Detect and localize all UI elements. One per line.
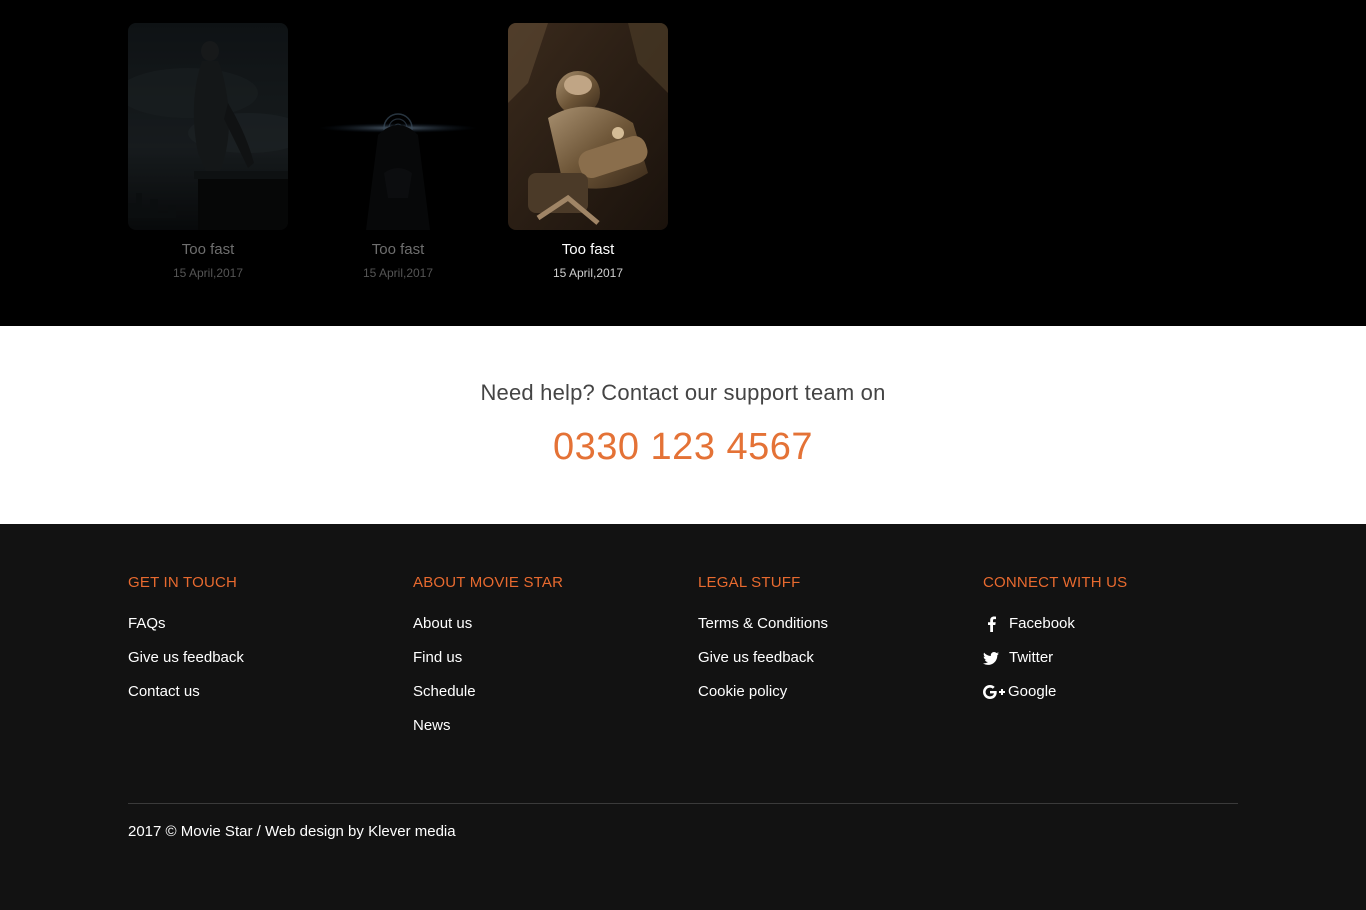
movie-card[interactable]: Too fast 15 April,2017 <box>508 23 668 280</box>
footer-link-list: FAQs Give us feedback Contact us <box>128 615 398 717</box>
movie-card[interactable]: Too fast 15 April,2017 <box>318 23 478 280</box>
movies-section: Too fast 15 April,2017 Too fast 15 April… <box>0 0 1366 326</box>
movie-poster[interactable] <box>128 23 288 230</box>
footer-link-item: Schedule <box>413 683 683 717</box>
footer-column-legal: LEGAL STUFF Terms & Conditions Give us f… <box>698 574 968 717</box>
facebook-link[interactable]: Facebook <box>983 615 1075 633</box>
footer-heading: LEGAL STUFF <box>698 574 801 591</box>
footer-link-item: Give us feedback <box>128 649 398 683</box>
movie-poster[interactable] <box>318 23 478 230</box>
cookie-policy-link[interactable]: Cookie policy <box>698 683 787 701</box>
footer-link-item: FAQs <box>128 615 398 649</box>
footer-link-item: News <box>413 717 683 751</box>
footer-link-item: Terms & Conditions <box>698 615 968 649</box>
news-link[interactable]: News <box>413 717 451 735</box>
footer-link-list: Facebook Twitter Google <box>983 615 1253 717</box>
movie-title[interactable]: Too fast <box>128 241 288 259</box>
footer-column-get-in-touch: GET IN TOUCH FAQs Give us feedback Conta… <box>128 574 398 717</box>
footer-link-item: Twitter <box>983 649 1253 683</box>
footer-link-item: Give us feedback <box>698 649 968 683</box>
footer-divider <box>128 803 1238 804</box>
find-us-link[interactable]: Find us <box>413 649 462 667</box>
google-label: Google <box>1008 683 1057 700</box>
twitter-label: Twitter <box>1009 649 1054 666</box>
google-link[interactable]: Google <box>983 683 1056 701</box>
footer-link-item: Find us <box>413 649 683 683</box>
footer-column-connect: CONNECT WITH US Facebook Twitter Google <box>983 574 1253 717</box>
movie-poster-image <box>508 23 668 230</box>
footer-heading: GET IN TOUCH <box>128 574 238 591</box>
google-plus-icon <box>983 684 1005 700</box>
facebook-icon <box>983 616 999 632</box>
footer-column-about: ABOUT MOVIE STAR About us Find us Schedu… <box>413 574 683 751</box>
footer-link-item: Cookie policy <box>698 683 968 717</box>
footer-heading: ABOUT MOVIE STAR <box>413 574 564 591</box>
feedback-link[interactable]: Give us feedback <box>128 649 244 667</box>
feedback-link[interactable]: Give us feedback <box>698 649 814 667</box>
movie-poster-image <box>128 23 288 230</box>
facebook-label: Facebook <box>1009 615 1075 632</box>
footer-link-item: Google <box>983 683 1253 717</box>
contact-us-link[interactable]: Contact us <box>128 683 200 701</box>
about-us-link[interactable]: About us <box>413 615 472 633</box>
footer-link-list: Terms & Conditions Give us feedback Cook… <box>698 615 968 717</box>
movie-date: 15 April,2017 <box>552 266 624 280</box>
copyright-text: 2017 © Movie Star / Web design by Klever… <box>128 823 456 840</box>
footer-link-list: About us Find us Schedule News <box>413 615 683 751</box>
movie-date: 15 April,2017 <box>362 266 434 280</box>
support-text: Need help? Contact our support team on <box>480 380 886 405</box>
movie-card[interactable]: Too fast 15 April,2017 <box>128 23 288 280</box>
footer-link-item: About us <box>413 615 683 649</box>
terms-link[interactable]: Terms & Conditions <box>698 615 828 633</box>
movie-title[interactable]: Too fast <box>318 241 478 259</box>
support-phone-link[interactable]: 0330 123 4567 <box>553 426 813 468</box>
twitter-icon <box>983 650 999 666</box>
movie-title[interactable]: Too fast <box>508 241 668 259</box>
site-footer: GET IN TOUCH FAQs Give us feedback Conta… <box>0 524 1366 910</box>
movie-poster[interactable] <box>508 23 668 230</box>
footer-link-item: Contact us <box>128 683 398 717</box>
footer-link-item: Facebook <box>983 615 1253 649</box>
twitter-link[interactable]: Twitter <box>983 649 1053 667</box>
movie-date: 15 April,2017 <box>172 266 244 280</box>
support-section: Need help? Contact our support team on 0… <box>0 326 1366 524</box>
footer-heading: CONNECT WITH US <box>983 574 1128 591</box>
faqs-link[interactable]: FAQs <box>128 615 166 633</box>
schedule-link[interactable]: Schedule <box>413 683 476 701</box>
movie-poster-image <box>318 23 478 230</box>
support-phone[interactable]: 0330 123 4567 <box>0 426 1366 469</box>
